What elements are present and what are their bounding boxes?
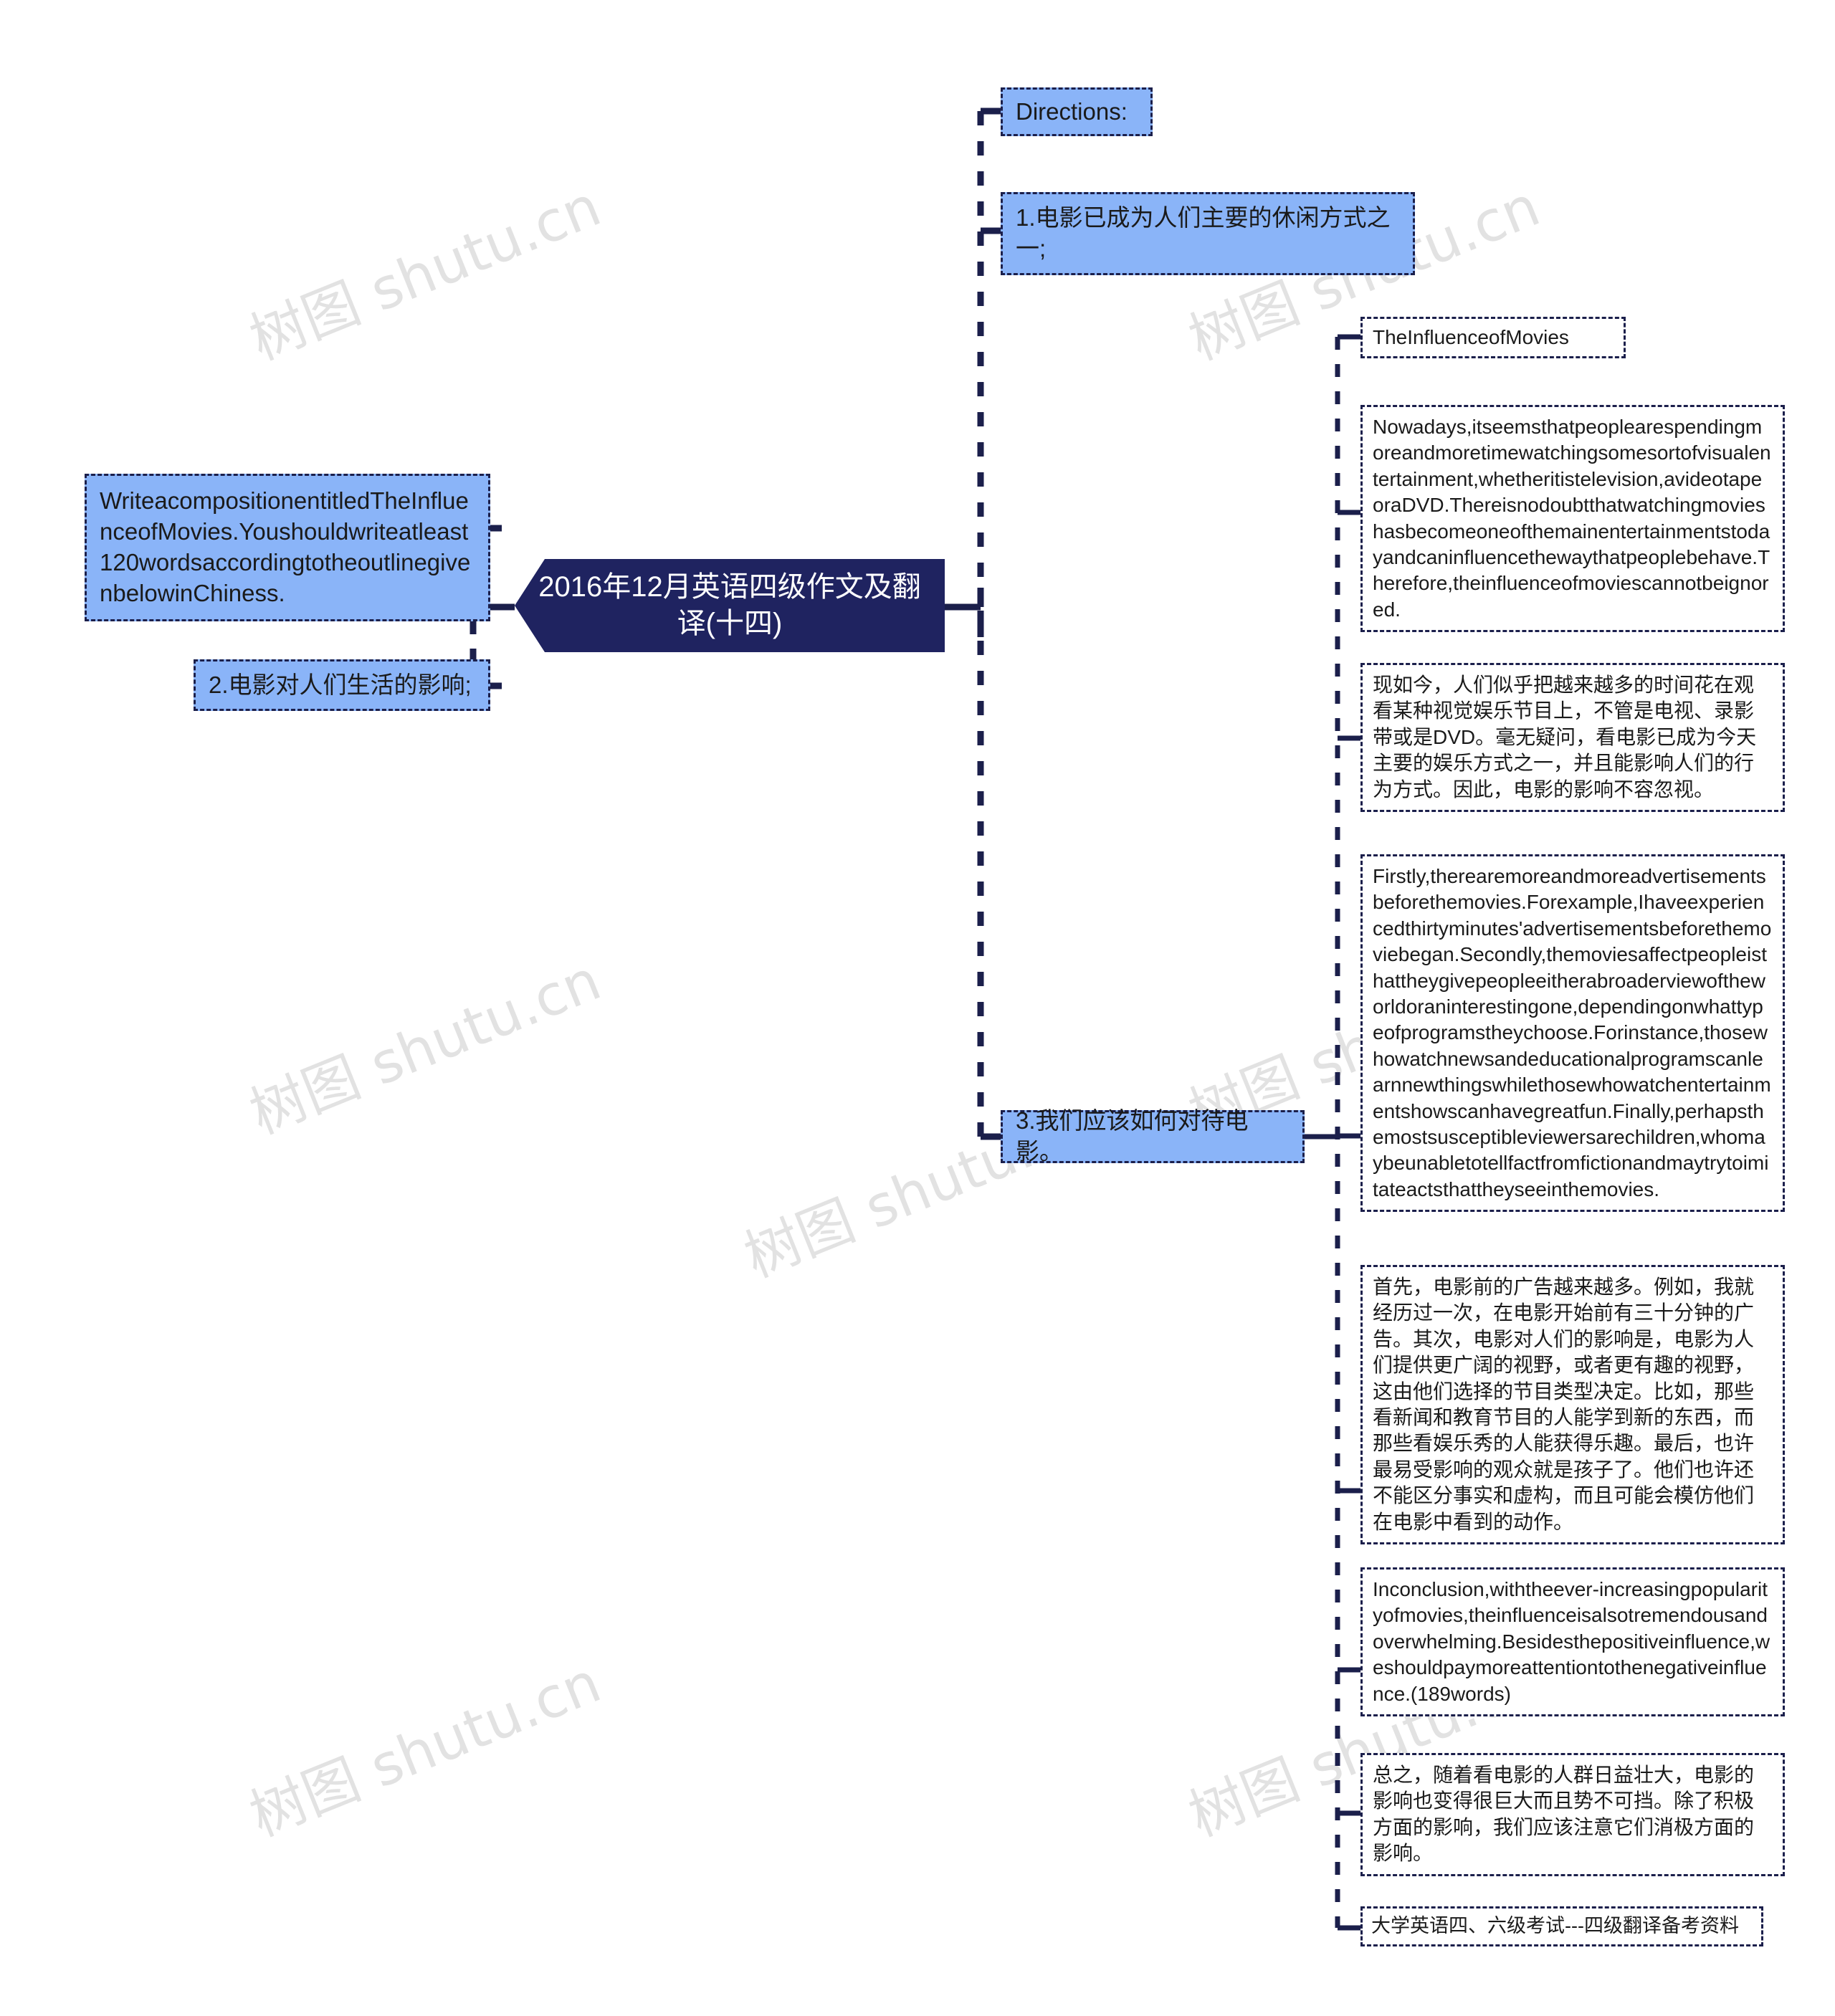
node-essay-para-1-zh-text: 现如今，人们似乎把越来越多的时间花在观看某种视觉娱乐节目上，不管是电视、录影带或… <box>1373 674 1757 801</box>
node-essay-para-1-en[interactable]: Nowadays,itseemsthatpeoplearespendingmor… <box>1360 405 1785 633</box>
node-essay-para-2-en-text: Firstly,therearemoreandmoreadvertisement… <box>1373 865 1772 1200</box>
node-composition-prompt[interactable]: WriteacompositionentitledTheInfluenceofM… <box>85 474 490 621</box>
node-essay-para-3-zh[interactable]: 总之，随着看电影的人群日益壮大，电影的影响也变得很巨大而且势不可挡。除了积极方面… <box>1360 1753 1785 1876</box>
central-topic-label: 2016年12月英语四级作文及翻译(十四) <box>538 570 921 639</box>
central-topic-node[interactable]: 2016年12月英语四级作文及翻译(十四) <box>515 559 945 652</box>
node-outline-point-3[interactable]: 3.我们应该如何对待电影。 <box>1001 1107 1305 1165</box>
node-essay-para-2-zh-text: 首先，电影前的广告越来越多。例如，我就经历过一次，在电影开始前有三十分钟的广告。… <box>1373 1276 1755 1533</box>
node-essay-para-3-zh-text: 总之，随着看电影的人群日益壮大，电影的影响也变得很巨大而且势不可挡。除了积极方面… <box>1373 1764 1755 1865</box>
node-outline-point-2-text: 2.电影对人们生活的影响; <box>209 671 472 698</box>
node-outline-point-1[interactable]: 1.电影已成为人们主要的休闲方式之一; <box>1001 192 1415 275</box>
node-outline-point-1-text: 1.电影已成为人们主要的休闲方式之一; <box>1016 204 1391 262</box>
node-essay-title-text: TheInfluenceofMovies <box>1373 325 1569 348</box>
node-directions-label[interactable]: Directions: <box>1001 87 1153 136</box>
node-outline-point-2[interactable]: 2.电影对人们生活的影响; <box>194 659 490 711</box>
node-footer-source-text: 大学英语四、六级考试---四级翻译备考资料 <box>1371 1915 1739 1937</box>
node-directions-text: Directions: <box>1016 97 1128 125</box>
node-essay-title[interactable]: TheInfluenceofMovies <box>1360 317 1626 358</box>
node-essay-para-2-zh[interactable]: 首先，电影前的广告越来越多。例如，我就经历过一次，在电影开始前有三十分钟的广告。… <box>1360 1265 1785 1544</box>
node-footer-source[interactable]: 大学英语四、六级考试---四级翻译备考资料 <box>1360 1906 1763 1946</box>
node-essay-para-1-zh[interactable]: 现如今，人们似乎把越来越多的时间花在观看某种视觉娱乐节目上，不管是电视、录影带或… <box>1360 663 1785 812</box>
node-composition-prompt-text: WriteacompositionentitledTheInfluenceofM… <box>100 487 471 606</box>
node-essay-para-1-en-text: Nowadays,itseemsthatpeoplearespendingmor… <box>1373 416 1771 621</box>
node-essay-para-2-en[interactable]: Firstly,therearemoreandmoreadvertisement… <box>1360 854 1785 1213</box>
node-essay-para-3-en-text: Inconclusion,withtheever-increasingpopul… <box>1373 1578 1770 1705</box>
node-outline-point-3-text: 3.我们应该如何对待电影。 <box>1016 1107 1249 1165</box>
node-essay-para-3-en[interactable]: Inconclusion,withtheever-increasingpopul… <box>1360 1567 1785 1716</box>
